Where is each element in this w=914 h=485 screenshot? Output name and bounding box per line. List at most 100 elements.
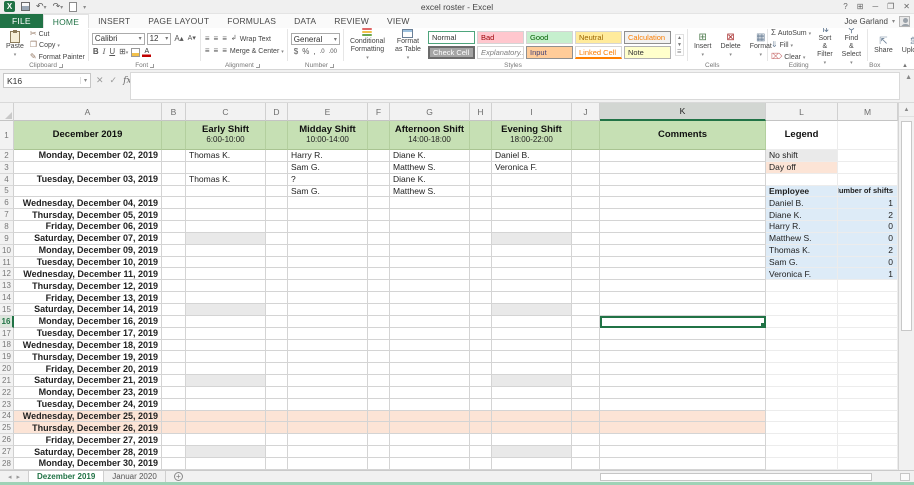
cell-F15[interactable]	[368, 304, 390, 316]
borders-icon[interactable]: ⊞▾	[118, 47, 129, 58]
cell-C26[interactable]	[186, 434, 266, 446]
cell-J10[interactable]	[572, 245, 600, 257]
cell-J20[interactable]	[572, 363, 600, 375]
cell-E2[interactable]: Harry R.	[288, 150, 368, 162]
cell-M28[interactable]	[838, 458, 898, 470]
cell-K17[interactable]	[600, 328, 766, 340]
row-header-24[interactable]: 24	[0, 411, 14, 423]
cell-E22[interactable]	[288, 387, 368, 399]
ribbon-tab-page-layout[interactable]: PAGE LAYOUT	[139, 14, 218, 28]
cell-D4[interactable]	[266, 174, 288, 186]
cell-L18[interactable]	[766, 340, 838, 352]
cell-B15[interactable]	[162, 304, 186, 316]
col-header-B[interactable]: B	[162, 103, 186, 121]
cut-button[interactable]: ✂ Cut	[30, 29, 85, 39]
cell-F27[interactable]	[368, 446, 390, 458]
cell-I5[interactable]	[492, 186, 572, 198]
fill-button[interactable]: ⇓ Fill ▾	[771, 40, 811, 51]
cell-J18[interactable]	[572, 340, 600, 352]
row-header-14[interactable]: 14	[0, 292, 14, 304]
cell-K7[interactable]	[600, 209, 766, 221]
cell-L13[interactable]	[766, 280, 838, 292]
cell-H12[interactable]	[470, 268, 492, 280]
col-header-M[interactable]: M	[838, 103, 898, 121]
cell-M2[interactable]	[838, 150, 898, 162]
cell-H6[interactable]	[470, 197, 492, 209]
cell-A27[interactable]: Saturday, December 28, 2019	[14, 446, 162, 458]
cell-G18[interactable]	[390, 340, 470, 352]
cell-J22[interactable]	[572, 387, 600, 399]
cell-I25[interactable]	[492, 422, 572, 434]
cell-C3[interactable]	[186, 162, 266, 174]
cell-B17[interactable]	[162, 328, 186, 340]
cell-D17[interactable]	[266, 328, 288, 340]
cell-J9[interactable]	[572, 233, 600, 245]
customize-toolbar-icon[interactable]: ▾	[83, 1, 86, 13]
cell-B5[interactable]	[162, 186, 186, 198]
wrap-text-button[interactable]: Wrap Text	[240, 36, 271, 43]
cell-H1[interactable]	[470, 121, 492, 150]
cell-E24[interactable]	[288, 411, 368, 423]
cell-E21[interactable]	[288, 375, 368, 387]
ribbon-tab-insert[interactable]: INSERT	[89, 14, 139, 28]
cell-M9[interactable]: 0	[838, 233, 898, 245]
cell-L20[interactable]	[766, 363, 838, 375]
cell-D8[interactable]	[266, 221, 288, 233]
cell-E17[interactable]	[288, 328, 368, 340]
cell-H13[interactable]	[470, 280, 492, 292]
cell-G7[interactable]	[390, 209, 470, 221]
align-top-icon[interactable]: ≡	[204, 34, 211, 44]
cell-E4[interactable]: ?	[288, 174, 368, 186]
cell-G17[interactable]	[390, 328, 470, 340]
comma-icon[interactable]: ,	[312, 47, 316, 57]
cell-D22[interactable]	[266, 387, 288, 399]
row-header-2[interactable]: 2	[0, 150, 14, 162]
cell-H2[interactable]	[470, 150, 492, 162]
cell-G28[interactable]	[390, 458, 470, 470]
row-header-9[interactable]: 9	[0, 233, 14, 245]
cell-G8[interactable]	[390, 221, 470, 233]
cell-G19[interactable]	[390, 351, 470, 363]
cell-F23[interactable]	[368, 399, 390, 411]
cell-I28[interactable]	[492, 458, 572, 470]
cell-K15[interactable]	[600, 304, 766, 316]
cell-G1[interactable]: Afternoon Shift14:00-18:00	[390, 121, 470, 150]
cell-K12[interactable]	[600, 268, 766, 280]
cell-I1[interactable]: Evening Shift18:00-22:00	[492, 121, 572, 150]
horizontal-scroll-thumb[interactable]	[600, 473, 872, 481]
cell-C20[interactable]	[186, 363, 266, 375]
cell-C4[interactable]: Thomas K.	[186, 174, 266, 186]
cell-C27[interactable]	[186, 446, 266, 458]
cell-H7[interactable]	[470, 209, 492, 221]
col-header-I[interactable]: I	[492, 103, 572, 121]
cell-A2[interactable]: Monday, December 02, 2019	[14, 150, 162, 162]
cell-J16[interactable]	[572, 316, 600, 328]
align-center-icon[interactable]: ≡	[213, 46, 220, 56]
cell-H27[interactable]	[470, 446, 492, 458]
bold-icon[interactable]: B	[92, 47, 100, 57]
align-right-icon[interactable]: ≡	[221, 46, 228, 56]
cell-H9[interactable]	[470, 233, 492, 245]
row-header-26[interactable]: 26	[0, 434, 14, 446]
cell-A8[interactable]: Friday, December 06, 2019	[14, 221, 162, 233]
cell-F6[interactable]	[368, 197, 390, 209]
cell-M26[interactable]	[838, 434, 898, 446]
cell-D5[interactable]	[266, 186, 288, 198]
cell-B3[interactable]	[162, 162, 186, 174]
cell-M3[interactable]	[838, 162, 898, 174]
cell-I14[interactable]	[492, 292, 572, 304]
cell-M22[interactable]	[838, 387, 898, 399]
col-header-K[interactable]: K	[600, 103, 766, 121]
cell-F24[interactable]	[368, 411, 390, 423]
cell-J7[interactable]	[572, 209, 600, 221]
cell-H10[interactable]	[470, 245, 492, 257]
cell-C25[interactable]	[186, 422, 266, 434]
share-button[interactable]: ⇱ Share	[871, 36, 896, 55]
cell-G5[interactable]: Matthew S.	[390, 186, 470, 198]
cell-F7[interactable]	[368, 209, 390, 221]
cell-K1[interactable]: Comments	[600, 121, 766, 150]
cell-L25[interactable]	[766, 422, 838, 434]
next-sheet-icon[interactable]: ▸	[17, 473, 21, 481]
style-gallery-scroll[interactable]: ▲▼☰	[675, 34, 684, 56]
autosum-button[interactable]: Σ AutoSum ▾	[771, 28, 811, 39]
